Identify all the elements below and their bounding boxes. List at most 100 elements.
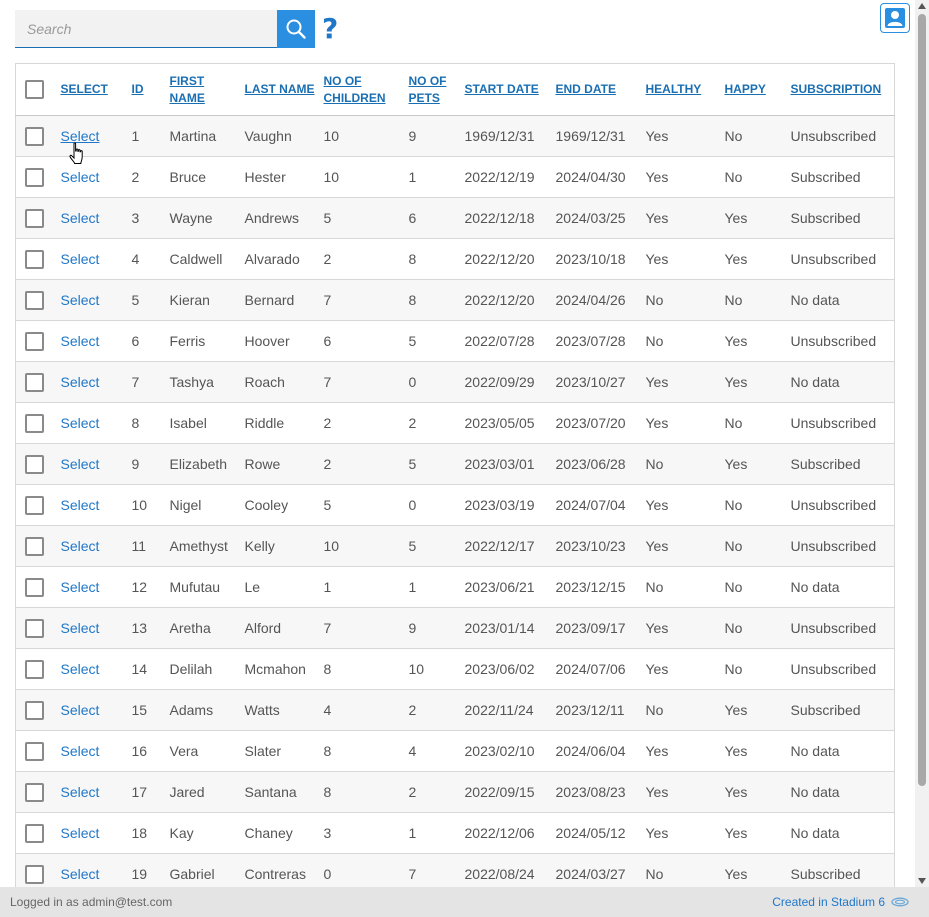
cell-first-name: Adams (161, 689, 237, 731)
row-checkbox[interactable] (25, 659, 44, 679)
select-link[interactable]: Select (61, 825, 100, 841)
row-checkbox[interactable] (25, 454, 44, 474)
cell-children: 8 (315, 771, 401, 813)
cell-id: 15 (123, 689, 162, 731)
cell-last-name: Kelly (236, 525, 316, 567)
row-checkbox[interactable] (25, 823, 44, 843)
help-icon[interactable]: ? (322, 12, 338, 46)
cell-children: 8 (315, 648, 401, 690)
table-row: Select 5 Kieran Bernard 7 8 2022/12/20 2024/04/… (15, 279, 895, 321)
header-select[interactable]: SELECT (52, 63, 124, 116)
row-checkbox-cell (15, 238, 53, 280)
select-all-checkbox[interactable] (25, 80, 44, 99)
cell-select: Select (52, 771, 124, 813)
cell-happy: No (716, 525, 783, 567)
cell-children: 3 (315, 812, 401, 854)
cell-start-date: 2023/05/05 (456, 402, 548, 444)
row-checkbox-cell (15, 771, 53, 813)
cell-healthy: Yes (637, 812, 717, 854)
search-button[interactable] (277, 10, 315, 48)
header-healthy[interactable]: HEALTHY (637, 63, 717, 116)
row-checkbox-cell (15, 566, 53, 608)
row-checkbox[interactable] (25, 864, 44, 884)
cell-happy: Yes (716, 361, 783, 403)
cell-select: Select (52, 443, 124, 485)
cell-children: 7 (315, 607, 401, 649)
header-no-of-children[interactable]: NO OF CHILDREN (315, 63, 401, 116)
select-link[interactable]: Select (61, 579, 100, 595)
row-checkbox[interactable] (25, 249, 44, 269)
scroll-down-arrow-icon[interactable] (918, 878, 926, 884)
header-last-name[interactable]: LAST NAME (236, 63, 316, 116)
cell-children: 5 (315, 484, 401, 526)
cell-first-name: Jared (161, 771, 237, 813)
cell-subscription: No data (782, 361, 895, 403)
cell-end-date: 2024/07/04 (547, 484, 638, 526)
select-link[interactable]: Select (61, 292, 100, 308)
search-input[interactable] (15, 10, 277, 47)
select-link[interactable]: Select (61, 169, 100, 185)
header-id[interactable]: ID (123, 63, 162, 116)
select-link[interactable]: Select (61, 128, 100, 144)
select-link[interactable]: Select (61, 743, 100, 759)
row-checkbox[interactable] (25, 536, 44, 556)
select-link[interactable]: Select (61, 210, 100, 226)
row-checkbox[interactable] (25, 331, 44, 351)
row-checkbox[interactable] (25, 290, 44, 310)
cell-healthy: No (637, 279, 717, 321)
cell-select: Select (52, 156, 124, 198)
vertical-scrollbar[interactable] (915, 0, 929, 887)
row-checkbox[interactable] (25, 618, 44, 638)
cell-pets: 0 (400, 361, 457, 403)
cell-pets: 6 (400, 197, 457, 239)
table-row: Select 1 Martina Vaughn 10 9 1969/12/31 1969/12… (15, 115, 895, 157)
scroll-up-arrow-icon[interactable] (918, 3, 926, 9)
select-link[interactable]: Select (61, 866, 100, 882)
cell-start-date: 2022/09/29 (456, 361, 548, 403)
row-checkbox[interactable] (25, 782, 44, 802)
select-link[interactable]: Select (61, 784, 100, 800)
scroll-thumb[interactable] (918, 14, 926, 786)
select-link[interactable]: Select (61, 251, 100, 267)
cell-subscription: Unsubscribed (782, 484, 895, 526)
row-checkbox[interactable] (25, 208, 44, 228)
row-checkbox[interactable] (25, 495, 44, 515)
select-link[interactable]: Select (61, 538, 100, 554)
cell-start-date: 2023/02/10 (456, 730, 548, 772)
row-checkbox[interactable] (25, 413, 44, 433)
row-checkbox[interactable] (25, 741, 44, 761)
cell-select: Select (52, 525, 124, 567)
cell-happy: Yes (716, 812, 783, 854)
cell-children: 6 (315, 320, 401, 362)
user-menu-button[interactable] (880, 3, 910, 33)
cell-healthy: Yes (637, 402, 717, 444)
cell-select: Select (52, 730, 124, 772)
select-link[interactable]: Select (61, 661, 100, 677)
header-subscription[interactable]: SUBSCRIPTION (782, 63, 895, 116)
select-link[interactable]: Select (61, 456, 100, 472)
cell-end-date: 2023/10/18 (547, 238, 638, 280)
table-row: Select 10 Nigel Cooley 5 0 2023/03/19 2024/07/0… (15, 484, 895, 526)
select-link[interactable]: Select (61, 374, 100, 390)
header-start-date[interactable]: START DATE (456, 63, 548, 116)
select-link[interactable]: Select (61, 620, 100, 636)
row-checkbox[interactable] (25, 577, 44, 597)
row-checkbox[interactable] (25, 372, 44, 392)
cell-select: Select (52, 402, 124, 444)
select-link[interactable]: Select (61, 497, 100, 513)
created-in-link[interactable]: Created in Stadium 6 (772, 895, 909, 909)
table-header-row: SELECT ID FIRST NAME LAST NAME NO OF CHI… (15, 63, 895, 116)
row-checkbox[interactable] (25, 126, 44, 146)
header-happy[interactable]: HAPPY (716, 63, 783, 116)
stadium-logo-icon (891, 897, 909, 907)
header-first-name[interactable]: FIRST NAME (161, 63, 237, 116)
header-end-date[interactable]: END DATE (547, 63, 638, 116)
row-checkbox[interactable] (25, 700, 44, 720)
select-link[interactable]: Select (61, 333, 100, 349)
cell-children: 1 (315, 566, 401, 608)
row-checkbox[interactable] (25, 167, 44, 187)
table-row: Select 16 Vera Slater 8 4 2023/02/10 2024/06/04… (15, 730, 895, 772)
header-no-of-pets[interactable]: NO OF PETS (400, 63, 457, 116)
select-link[interactable]: Select (61, 702, 100, 718)
select-link[interactable]: Select (61, 415, 100, 431)
